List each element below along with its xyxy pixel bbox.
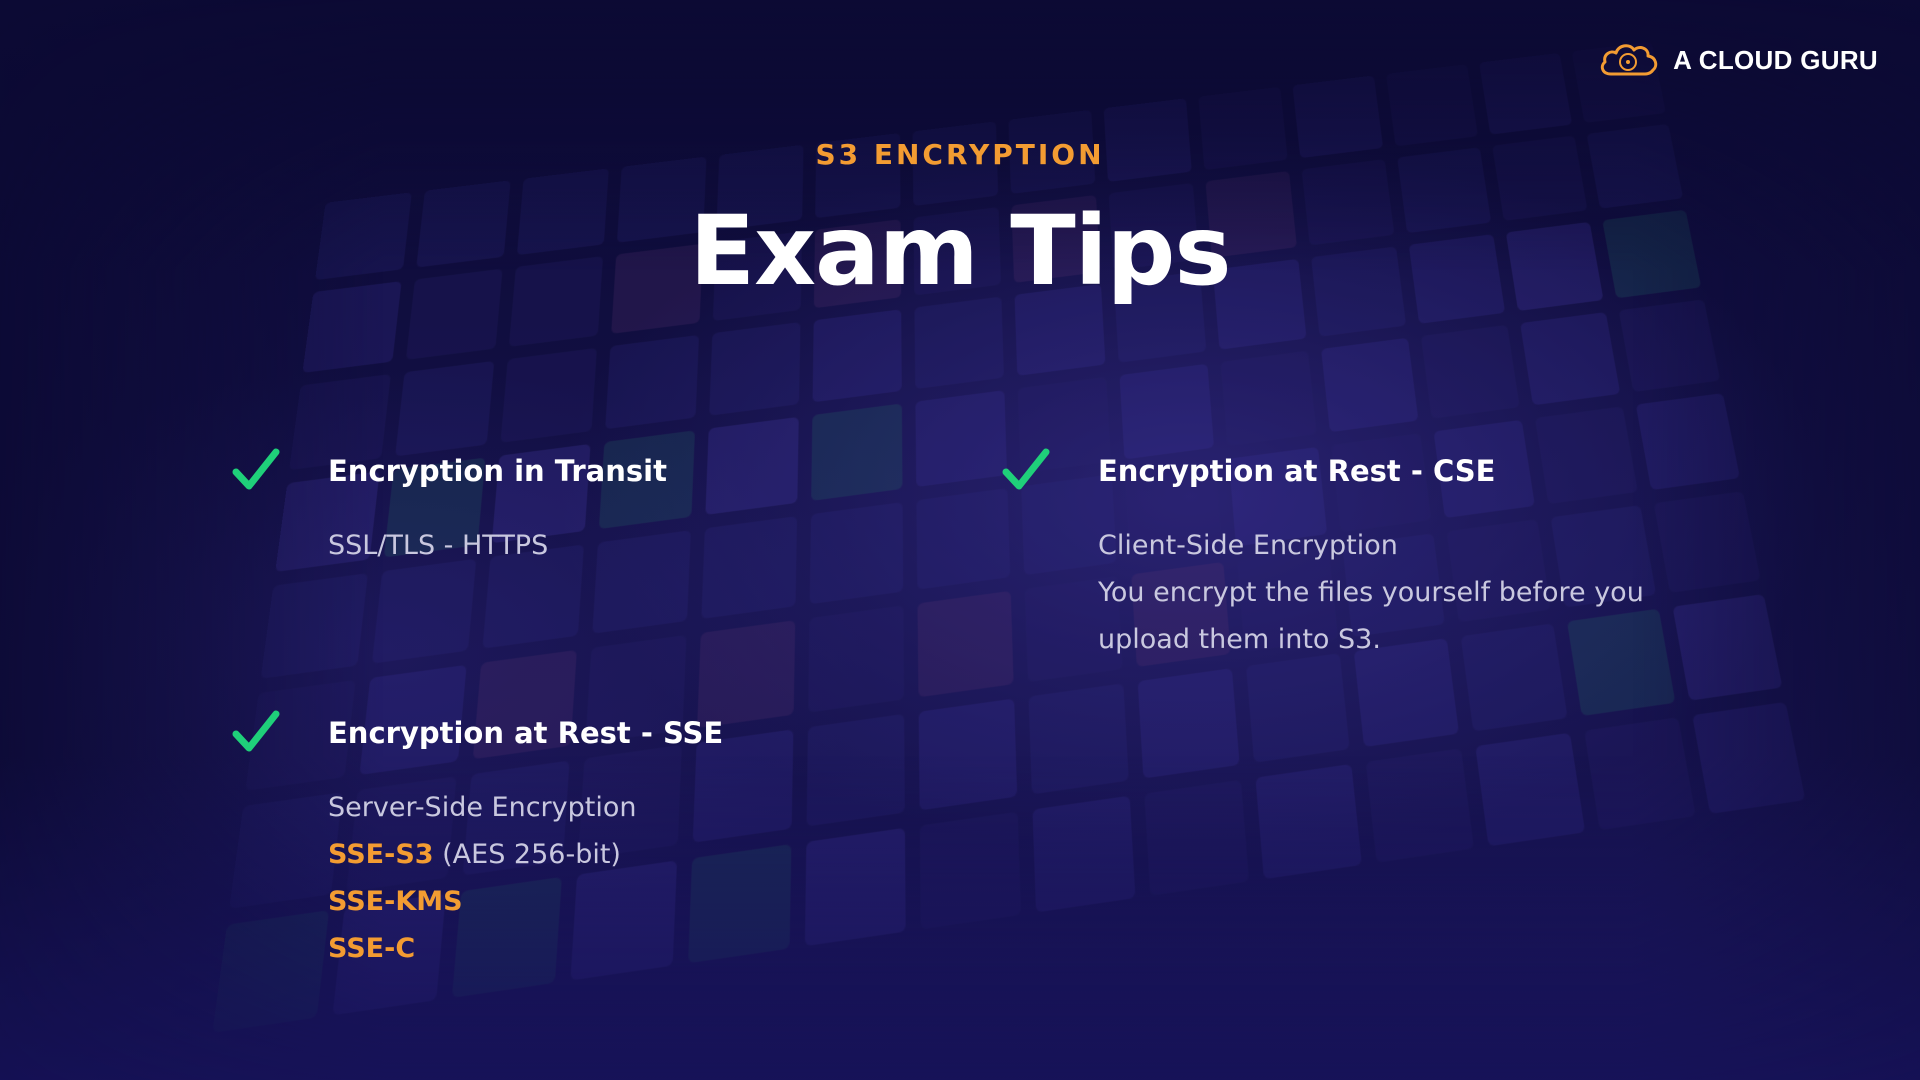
brand-logo: A CLOUD GURU [1597, 40, 1878, 80]
sse-option-label: SSE-C [328, 933, 415, 964]
sse-option-s3: SSE-S3 (AES 256-bit) [328, 831, 636, 878]
brand-logo-text: A CLOUD GURU [1673, 45, 1878, 76]
tip-line: Client-Side Encryption [1098, 522, 1644, 569]
tip-body: Client-Side Encryption You encrypt the f… [1098, 522, 1644, 663]
tip-line: Server-Side Encryption [328, 784, 636, 831]
tip-heading: Encryption at Rest - CSE [1098, 454, 1495, 488]
tip-heading: Encryption at Rest - SSE [328, 716, 723, 750]
cloud-logo-icon [1597, 40, 1661, 80]
tip-encryption-in-transit: Encryption in Transit SSL/TLS - HTTPS [230, 454, 870, 584]
sse-option-c: SSE-C [328, 925, 636, 972]
tip-body: Server-Side Encryption SSE-S3 (AES 256-b… [328, 784, 636, 972]
slide: A CLOUD GURU S3 ENCRYPTION Exam Tips Enc… [0, 0, 1920, 1080]
checkmark-icon [1000, 444, 1052, 496]
tip-encryption-at-rest-sse: Encryption at Rest - SSE Server-Side Enc… [230, 716, 870, 976]
checkmark-icon [230, 444, 282, 496]
tip-heading: Encryption in Transit [328, 454, 667, 488]
sse-option-note: (AES 256-bit) [434, 839, 621, 870]
tip-line: You encrypt the files yourself before yo… [1098, 569, 1644, 616]
slide-title: Exam Tips [0, 195, 1920, 307]
tip-line: upload them into S3. [1098, 616, 1644, 663]
slide-eyebrow: S3 ENCRYPTION [0, 138, 1920, 171]
sse-option-label: SSE-S3 [328, 839, 434, 870]
tip-line: SSL/TLS - HTTPS [328, 522, 548, 569]
sse-option-kms: SSE-KMS [328, 878, 636, 925]
sse-option-label: SSE-KMS [328, 886, 463, 917]
tip-encryption-at-rest-cse: Encryption at Rest - CSE Client-Side Enc… [1000, 454, 1760, 674]
tip-body: SSL/TLS - HTTPS [328, 522, 548, 569]
checkmark-icon [230, 706, 282, 758]
